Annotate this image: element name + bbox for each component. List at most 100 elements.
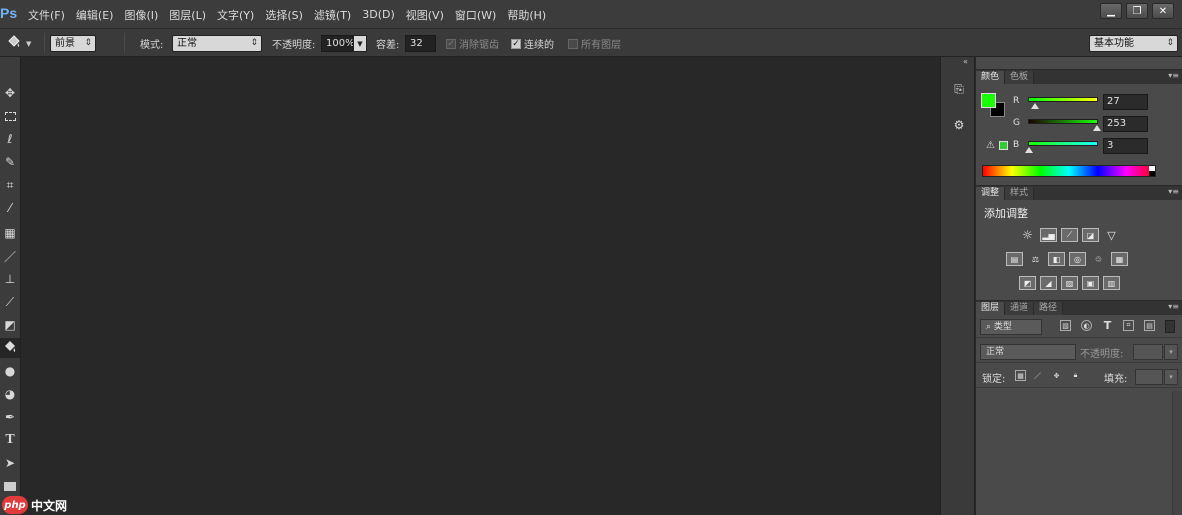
antialias-toggle[interactable]: ✓ 消除锯齿: [446, 35, 499, 52]
fill-dropdown[interactable]: ▾: [1164, 369, 1178, 385]
blur-tool[interactable]: ●: [0, 361, 20, 381]
minimize-button[interactable]: ▁: [1100, 3, 1122, 19]
fill-input[interactable]: [1135, 369, 1163, 385]
filter-type-icon[interactable]: T: [1102, 319, 1113, 332]
panel-menu-icon[interactable]: ▾≡: [1168, 302, 1179, 311]
type-tool[interactable]: T: [0, 430, 20, 450]
menu-select[interactable]: 选择(S): [265, 7, 303, 23]
blue-value-input[interactable]: 3: [1103, 138, 1148, 154]
red-value-input[interactable]: 27: [1103, 94, 1148, 110]
history-brush-tool[interactable]: ⟋: [0, 292, 20, 312]
menu-file[interactable]: 文件(F): [28, 7, 65, 23]
eraser-tool[interactable]: ◩: [0, 315, 20, 335]
restore-button[interactable]: ❐: [1126, 3, 1148, 19]
web-safe-swatch[interactable]: [999, 141, 1008, 150]
move-tool[interactable]: ✥: [0, 83, 20, 103]
filter-smart-object-icon[interactable]: ▤: [1144, 320, 1155, 331]
menu-view[interactable]: 视图(V): [406, 7, 444, 23]
menu-type[interactable]: 文字(Y): [217, 7, 254, 23]
tab-swatches[interactable]: 色板: [1005, 71, 1035, 84]
paint-bucket-tool[interactable]: [0, 338, 20, 358]
green-slider-thumb[interactable]: [1093, 125, 1102, 131]
crop-tool[interactable]: ⌗: [0, 175, 20, 195]
menu-filter[interactable]: 滤镜(T): [314, 7, 351, 23]
close-button[interactable]: ✕: [1152, 3, 1174, 19]
eyedropper-tool[interactable]: ⁄: [0, 198, 20, 218]
color-balance-icon[interactable]: ⚖: [1027, 252, 1044, 266]
pen-tool[interactable]: ✒: [0, 407, 20, 427]
lock-position-icon[interactable]: ✥: [1051, 370, 1062, 381]
levels-icon[interactable]: ▂▅: [1040, 228, 1057, 242]
blue-slider-thumb[interactable]: [1024, 147, 1033, 153]
workspace-dropdown[interactable]: 基本功能: [1089, 35, 1178, 52]
invert-icon[interactable]: ◩: [1019, 276, 1036, 290]
layers-scrollbar[interactable]: [1172, 391, 1182, 515]
history-panel-button[interactable]: ⎘: [949, 79, 969, 99]
brightness-icon[interactable]: ☼: [1019, 228, 1036, 242]
menu-window[interactable]: 窗口(W): [455, 7, 496, 23]
tab-adjustments[interactable]: 调整: [976, 187, 1006, 200]
layer-opacity-input[interactable]: [1133, 344, 1163, 360]
posterize-icon[interactable]: ◢: [1040, 276, 1057, 290]
red-slider[interactable]: [1028, 97, 1098, 102]
tab-channels[interactable]: 通道: [1005, 302, 1035, 315]
stamp-tool[interactable]: ⊥: [0, 269, 20, 289]
tolerance-input[interactable]: 32: [405, 35, 436, 52]
filter-adjustment-icon[interactable]: ◐: [1081, 320, 1092, 331]
photo-filter-icon[interactable]: ◎: [1069, 252, 1086, 266]
tab-layers[interactable]: 图层: [976, 302, 1006, 315]
panel-menu-icon[interactable]: ▾≡: [1168, 187, 1179, 196]
green-slider[interactable]: [1028, 119, 1098, 124]
menu-3d[interactable]: 3D(D): [362, 8, 395, 21]
hue-saturation-icon[interactable]: ▤: [1006, 252, 1023, 266]
blue-slider[interactable]: [1028, 141, 1098, 146]
antialias-checkbox[interactable]: ✓: [446, 38, 456, 49]
all-layers-toggle[interactable]: 所有图层: [568, 35, 621, 52]
black-white-icon[interactable]: ◧: [1048, 252, 1065, 266]
gradient-map-icon[interactable]: ▥: [1103, 276, 1120, 290]
threshold-icon[interactable]: ▨: [1061, 276, 1078, 290]
dodge-tool[interactable]: ◕: [0, 384, 20, 404]
panel-menu-icon[interactable]: ▾≡: [1168, 71, 1179, 80]
menu-help[interactable]: 帮助(H): [507, 7, 546, 23]
tab-color[interactable]: 颜色: [976, 71, 1006, 84]
opacity-input[interactable]: 100%: [321, 35, 355, 52]
menu-layer[interactable]: 图层(L): [169, 7, 206, 23]
filter-toggle[interactable]: [1165, 320, 1175, 333]
color-spectrum-bar[interactable]: [982, 165, 1156, 177]
layer-filter-dropdown[interactable]: ⌕ 类型: [980, 319, 1042, 335]
menu-image[interactable]: 图像(I): [124, 7, 158, 23]
foreground-color-swatch[interactable]: [981, 93, 996, 108]
lock-transparent-icon[interactable]: ▦: [1015, 370, 1026, 381]
filter-pixel-icon[interactable]: ▧: [1060, 320, 1071, 331]
lasso-tool[interactable]: ℓ: [0, 129, 20, 149]
lock-all-icon[interactable]: 🔒︎: [1070, 370, 1081, 381]
filter-shape-icon[interactable]: ⌗: [1123, 320, 1134, 331]
shape-tool[interactable]: [0, 476, 20, 496]
fill-source-dropdown[interactable]: 前景: [50, 35, 96, 52]
document-canvas[interactable]: [21, 57, 940, 515]
contiguous-toggle[interactable]: ✓ 连续的: [511, 35, 554, 52]
quick-select-tool[interactable]: ✎: [0, 152, 20, 172]
channel-mixer-icon[interactable]: ♲: [1090, 252, 1107, 266]
healing-tool[interactable]: ▦: [0, 223, 20, 243]
red-slider-thumb[interactable]: [1031, 103, 1040, 109]
brush-tool[interactable]: ／: [0, 246, 20, 266]
contiguous-checkbox[interactable]: ✓: [511, 38, 521, 49]
blend-mode-dropdown[interactable]: 正常: [980, 344, 1076, 360]
tool-preset-picker[interactable]: ▼: [6, 34, 31, 52]
path-select-tool[interactable]: ➤: [0, 453, 20, 473]
properties-panel-button[interactable]: ⚙: [949, 115, 969, 135]
mode-dropdown[interactable]: 正常: [172, 35, 262, 52]
layers-list[interactable]: [976, 391, 1172, 515]
tab-paths[interactable]: 路径: [1034, 302, 1064, 315]
lock-image-icon[interactable]: ／: [1032, 370, 1043, 381]
all-layers-checkbox[interactable]: [568, 38, 578, 49]
green-value-input[interactable]: 253: [1103, 116, 1148, 132]
marquee-tool[interactable]: [0, 106, 20, 126]
vibrance-icon[interactable]: ▽: [1103, 228, 1120, 242]
collapse-arrows-icon[interactable]: «: [963, 57, 968, 66]
curves-icon[interactable]: ⟋: [1061, 228, 1078, 242]
color-lookup-icon[interactable]: ▦: [1111, 252, 1128, 266]
exposure-icon[interactable]: ◪: [1082, 228, 1099, 242]
